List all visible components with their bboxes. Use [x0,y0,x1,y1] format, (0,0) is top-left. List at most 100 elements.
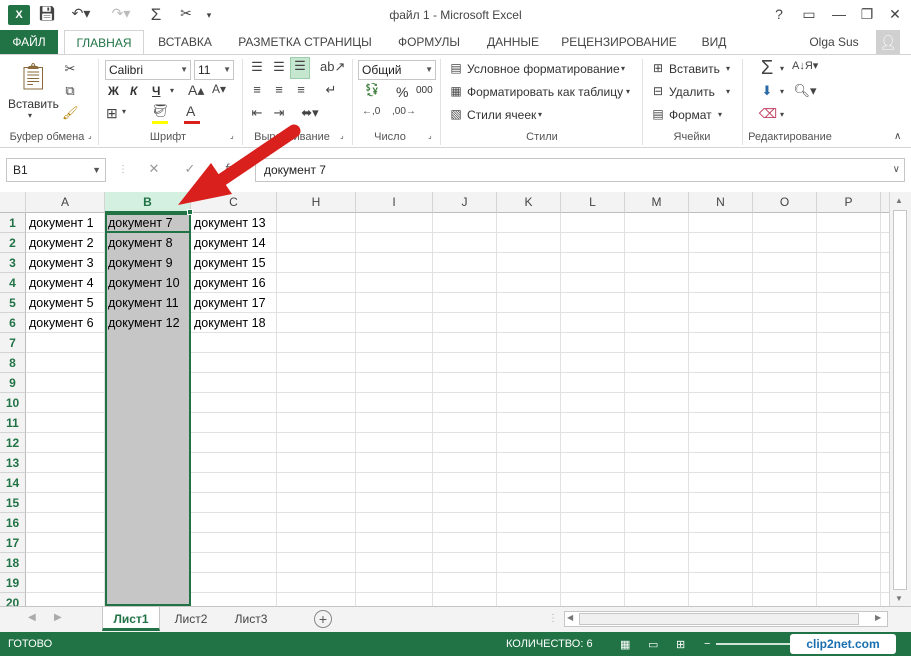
font-size-combo[interactable]: 11 ▼ [194,60,234,80]
thousands-button[interactable]: 000 [416,85,433,96]
tab-page-layout[interactable]: РАЗМЕТКА СТРАНИЦЫ [232,30,378,54]
prev-sheet-icon[interactable]: ◀ [28,612,36,623]
page-layout-view-icon[interactable]: ▭ [648,638,658,651]
column-header-p[interactable]: P [817,192,881,213]
cell-a1[interactable]: документ 1 [27,213,105,233]
cell-b3[interactable]: документ 9 [106,253,191,273]
increase-indent-icon[interactable]: ⇥ [270,105,288,121]
column-header-partial[interactable] [881,192,889,213]
wrap-text-icon[interactable]: ↵ [322,82,340,98]
row-header-10[interactable]: 10 [0,393,26,413]
confirm-entry-icon[interactable]: ✓ [176,158,204,182]
delete-cells-button[interactable]: Удалить [669,85,715,99]
normal-view-icon[interactable]: ▦ [620,638,630,651]
row-header-6[interactable]: 6 [0,313,26,333]
collapse-ribbon-icon[interactable]: ∧ [894,131,901,142]
column-header-h[interactable]: H [277,192,356,213]
paste-dropdown-icon[interactable]: ▾ [28,111,32,120]
bold-button[interactable]: Ж [108,84,119,98]
copy-icon[interactable]: ⧉ [62,83,78,99]
percent-button[interactable]: % [396,84,408,100]
column-header-m[interactable]: M [625,192,689,213]
find-select-icon[interactable]: 🔍︎▾ [792,83,818,99]
tab-home[interactable]: ГЛАВНАЯ [64,30,144,55]
scroll-up-icon[interactable]: ▲ [895,196,903,205]
scroll-down-icon[interactable]: ▼ [895,594,903,603]
cell-a5[interactable]: документ 5 [27,293,105,313]
row-header-4[interactable]: 4 [0,273,26,293]
row-header-15[interactable]: 15 [0,493,26,513]
alignment-launcher-icon[interactable]: ⌟ [340,131,344,140]
underline-button[interactable]: Ч [152,84,160,98]
minimize-button[interactable]: — [826,3,852,25]
cell-c2[interactable]: документ 14 [192,233,278,253]
paste-button[interactable]: Вставить [8,97,59,111]
row-header-1[interactable]: 1 [0,213,26,233]
row-header-19[interactable]: 19 [0,573,26,593]
clear-icon[interactable]: ⌫ [758,106,778,122]
insert-cells-button[interactable]: Вставить [669,62,720,76]
fill-handle[interactable] [187,209,193,215]
restore-button[interactable]: ❐ [854,3,880,25]
column-header-a[interactable]: A [26,192,105,213]
new-sheet-button[interactable]: + [314,610,332,628]
decrease-font-icon[interactable]: A▾ [212,82,226,96]
cancel-entry-icon[interactable]: ✕ [140,158,168,182]
row-header-14[interactable]: 14 [0,473,26,493]
column-header-k[interactable]: K [497,192,561,213]
underline-dropdown-icon[interactable]: ▾ [170,86,174,95]
sheet-tab-2[interactable]: Лист2 [164,607,218,631]
align-top-icon[interactable]: ☰ [248,59,266,75]
page-break-view-icon[interactable]: ⊞ [676,638,685,651]
increase-font-icon[interactable]: A▴ [188,82,204,99]
font-launcher-icon[interactable]: ⌟ [230,131,234,140]
cell-c5[interactable]: документ 17 [192,293,278,313]
italic-button[interactable]: К [130,84,137,98]
row-header-8[interactable]: 8 [0,353,26,373]
cell-b4[interactable]: документ 10 [106,273,191,293]
help-button[interactable]: ? [766,3,792,25]
borders-dropdown-icon[interactable]: ▾ [122,107,126,116]
clipboard-launcher-icon[interactable]: ⌟ [88,131,92,140]
row-header-2[interactable]: 2 [0,233,26,253]
column-header-i[interactable]: I [356,192,433,213]
merge-center-icon[interactable]: ⬌▾ [298,105,322,121]
insert-cells-icon[interactable]: ⊞ [650,61,666,75]
insert-function-button[interactable]: fx [212,158,248,182]
row-header-18[interactable]: 18 [0,553,26,573]
cell-b5[interactable]: документ 11 [106,293,191,313]
user-name[interactable]: Olga Sus [804,30,864,54]
row-header-11[interactable]: 11 [0,413,26,433]
zoom-slider[interactable] [716,643,796,645]
number-format-combo[interactable]: Общий ▼ [358,60,436,80]
align-right-icon[interactable]: ≡ [292,82,310,97]
split-handle-icon[interactable]: ⋮ [548,613,558,624]
cell-b6[interactable]: документ 12 [106,313,191,333]
fill-color-icon[interactable]: 🪣︎ [152,103,169,119]
formula-input[interactable]: документ 7 ∨ [255,158,905,182]
text-orientation-icon[interactable]: ab↗ [320,59,345,75]
cell-b2[interactable]: документ 8 [106,233,191,253]
sort-filter-icon[interactable]: A↓Я▾ [792,59,818,72]
row-header-7[interactable]: 7 [0,333,26,353]
row-header-13[interactable]: 13 [0,453,26,473]
tab-file[interactable]: ФАЙЛ [0,30,58,54]
format-cells-button[interactable]: Формат [669,108,712,122]
paste-icon[interactable]: 📋︎ [16,61,50,95]
row-header-17[interactable]: 17 [0,533,26,553]
tab-review[interactable]: РЕЦЕНЗИРОВАНИЕ [558,30,680,54]
horizontal-scroll-thumb[interactable] [579,613,859,625]
column-header-j[interactable]: J [433,192,497,213]
row-header-3[interactable]: 3 [0,253,26,273]
sheet-tab-3[interactable]: Лист3 [224,607,278,631]
cell-a2[interactable]: документ 2 [27,233,105,253]
row-header-16[interactable]: 16 [0,513,26,533]
cell-styles-icon[interactable]: ▧ [448,107,464,121]
scroll-left-icon[interactable]: ◀ [567,613,573,622]
format-cells-icon[interactable]: ▤ [650,107,666,121]
row-header-20[interactable]: 20 [0,593,26,606]
column-header-b[interactable]: B [105,192,191,213]
cell-styles-button[interactable]: Стили ячеек [467,108,536,122]
cell-a4[interactable]: документ 4 [27,273,105,293]
close-button[interactable]: ✕ [882,3,908,25]
